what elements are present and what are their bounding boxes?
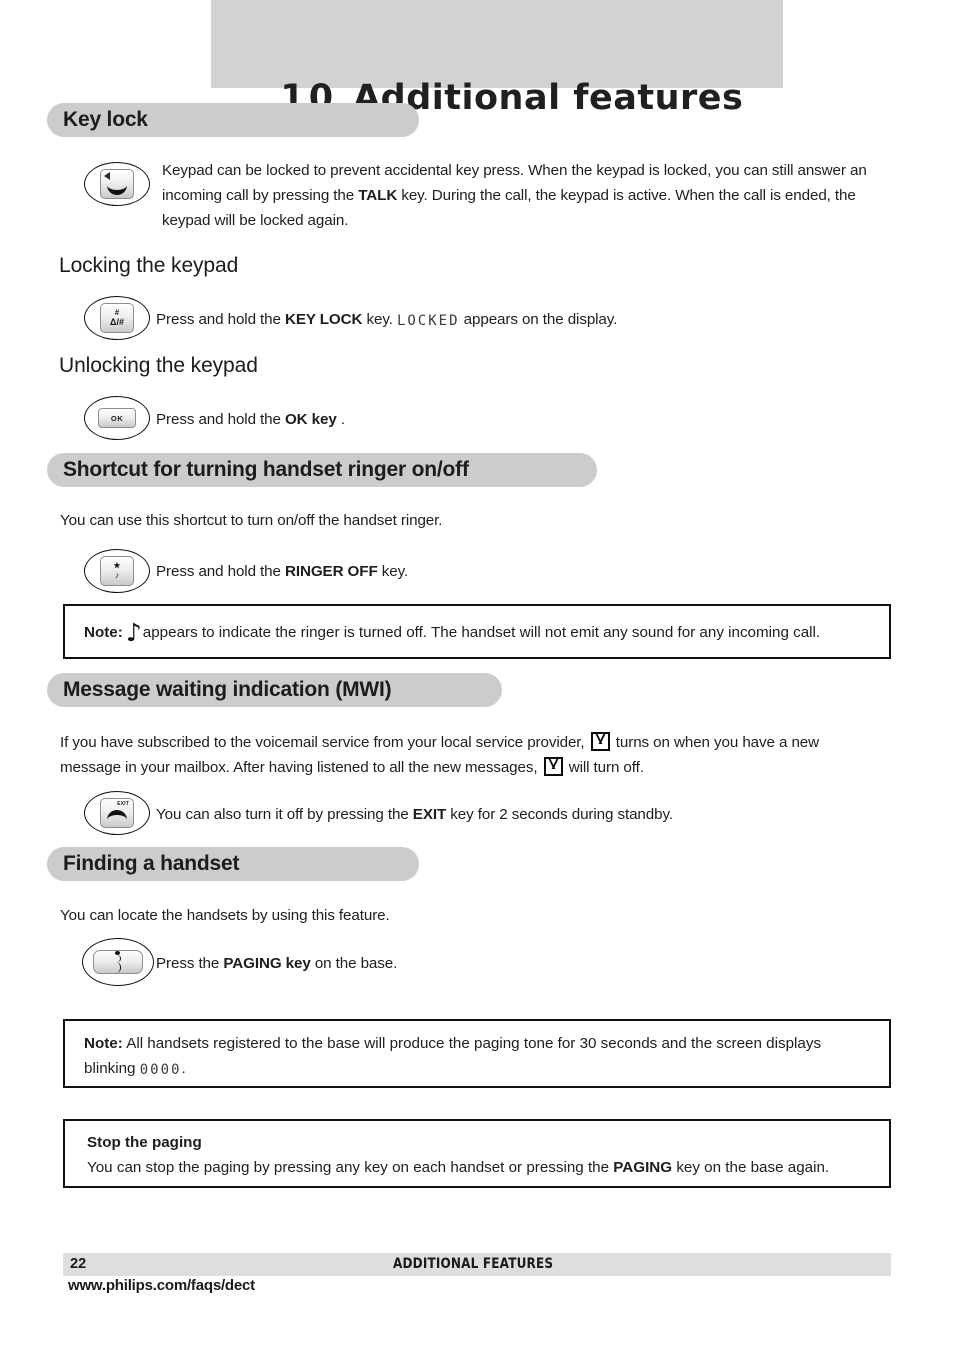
section-heading-finding-handset-label: Finding a handset	[63, 852, 240, 875]
ok-key-icon: OK	[84, 396, 150, 440]
footer-url: www.philips.com/faqs/dect	[68, 1277, 255, 1294]
key-lock-key-face: # Δ/#	[100, 303, 134, 333]
ringer-shortcut-intro: You can use this shortcut to turn on/off…	[60, 512, 443, 529]
paging-text-part1: Press the	[156, 955, 224, 972]
unlocking-text-bold: OK key	[284, 411, 337, 428]
talk-key-icon	[84, 162, 150, 206]
ringer-shortcut-paragraph: Press and hold the RINGER OFF key.	[156, 559, 756, 584]
ok-key-face: OK	[98, 408, 136, 428]
subheading-locking-keypad: Locking the keypad	[59, 254, 239, 277]
note-box-ringer: Note: ♪appears to indicate the ringer is …	[63, 604, 891, 659]
subheading-unlocking-keypad: Unlocking the keypad	[59, 354, 258, 377]
paging-wave-small	[116, 954, 121, 963]
stop-paging-bold: PAGING	[613, 1159, 673, 1176]
locking-text-bold: KEY LOCK	[284, 311, 363, 328]
footer-section-label: ADDITIONAL FEATURES	[393, 1256, 554, 1272]
ringer-star-glyph: ★	[113, 561, 121, 570]
stop-paging-part2: key on the base again.	[672, 1159, 830, 1176]
ringer-text-part2: key.	[377, 563, 409, 580]
stop-paging-text: You can stop the paging by pressing any …	[87, 1155, 871, 1180]
note-box-paging: Note: All handsets registered to the bas…	[63, 1019, 891, 1088]
section-heading-mwi: Message waiting indication (MWI)	[47, 673, 502, 707]
note-ringer-text: appears to indicate the ringer is turned…	[142, 624, 821, 641]
stop-paging-content: Stop the paging You can stop the paging …	[65, 1121, 889, 1180]
speaker-icon	[104, 172, 110, 180]
note-paging-content: Note: All handsets registered to the bas…	[65, 1021, 889, 1082]
mwi-exit-part2: key for 2 seconds during standby.	[446, 806, 673, 823]
note-box-stop-paging: Stop the paging You can stop the paging …	[63, 1119, 891, 1188]
section-heading-finding-handset: Finding a handset	[47, 847, 419, 881]
mwi-exit-bold: EXIT	[412, 806, 447, 823]
mwi-exit-paragraph: You can also turn it off by pressing the…	[156, 802, 896, 827]
unlocking-text-part2: .	[336, 411, 345, 428]
envelope-icon	[590, 732, 610, 751]
paging-text-part2: on the base.	[310, 955, 398, 972]
section-heading-mwi-label: Message waiting indication (MWI)	[63, 678, 392, 701]
section-heading-key-lock: Key lock	[47, 103, 419, 137]
ok-key-label: OK	[110, 413, 124, 423]
locking-text-part3: appears on the display.	[459, 311, 618, 328]
stop-paging-part1: You can stop the paging by pressing any …	[87, 1159, 614, 1176]
note-ringer-content: Note: ♪appears to indicate the ringer is …	[84, 618, 821, 647]
finding-handset-paragraph: Press the PAGING key on the base.	[156, 951, 756, 976]
key-lock-glyph-bottom: Δ/#	[110, 317, 124, 327]
lcd-locked-display: LOCKED	[396, 313, 460, 329]
note-paging-part1: All handsets registered to the base will…	[84, 1035, 822, 1077]
paging-text-bold: PAGING key	[223, 955, 311, 972]
mwi-paragraph: If you have subscribed to the voicemail …	[60, 730, 872, 780]
note-paging-label: Note:	[84, 1035, 123, 1052]
footer-page-number: 22	[70, 1256, 87, 1272]
ringer-note-glyph: ♪	[114, 570, 120, 580]
note-ringer-label: Note:	[84, 624, 123, 641]
envelope-icon	[543, 757, 563, 776]
exit-key-label: EXIT	[117, 801, 129, 807]
ringer-text-part1: Press and hold the	[156, 563, 285, 580]
locking-text-part1: Press and hold the	[156, 311, 285, 328]
section-heading-ringer-shortcut-label: Shortcut for turning handset ringer on/o…	[63, 458, 469, 481]
key-lock-intro-bold: TALK	[358, 187, 398, 204]
hangup-glyph	[107, 809, 127, 825]
ringer-text-bold: RINGER OFF	[284, 563, 378, 580]
locking-keypad-paragraph: Press and hold the KEY LOCK key. LOCKED …	[156, 307, 896, 333]
finding-handset-intro: You can locate the handsets by using thi…	[60, 907, 390, 924]
paging-wave-large	[116, 962, 121, 973]
mwi-exit-part1: You can also turn it off by pressing the	[156, 806, 413, 823]
lcd-0000-display: 0000	[139, 1062, 182, 1078]
key-lock-glyph-top: #	[114, 308, 120, 317]
section-heading-key-lock-label: Key lock	[63, 108, 148, 131]
stop-paging-heading: Stop the paging	[87, 1134, 202, 1151]
key-lock-key-icon: # Δ/#	[84, 296, 150, 340]
exit-key-face: EXIT	[100, 798, 134, 828]
key-lock-intro-paragraph: Keypad can be locked to prevent accident…	[162, 158, 894, 233]
note-paging-part2: .	[181, 1060, 186, 1077]
unlocking-keypad-paragraph: Press and hold the OK key .	[156, 407, 756, 432]
paging-key-face	[93, 950, 143, 974]
paging-key-icon	[82, 938, 154, 986]
unlocking-text-part1: Press and hold the	[156, 411, 285, 428]
mwi-text-part1: If you have subscribed to the voicemail …	[60, 734, 589, 751]
mwi-text-part3: will turn off.	[564, 759, 644, 776]
exit-key-icon: EXIT	[84, 791, 150, 835]
locking-text-part2: key.	[362, 311, 397, 328]
section-heading-ringer-shortcut: Shortcut for turning handset ringer on/o…	[47, 453, 597, 487]
ringer-off-key-icon: ★ ♪	[84, 549, 150, 593]
ringer-off-key-face: ★ ♪	[100, 556, 134, 586]
talk-key-face	[100, 169, 134, 199]
handset-glyph	[107, 180, 127, 195]
